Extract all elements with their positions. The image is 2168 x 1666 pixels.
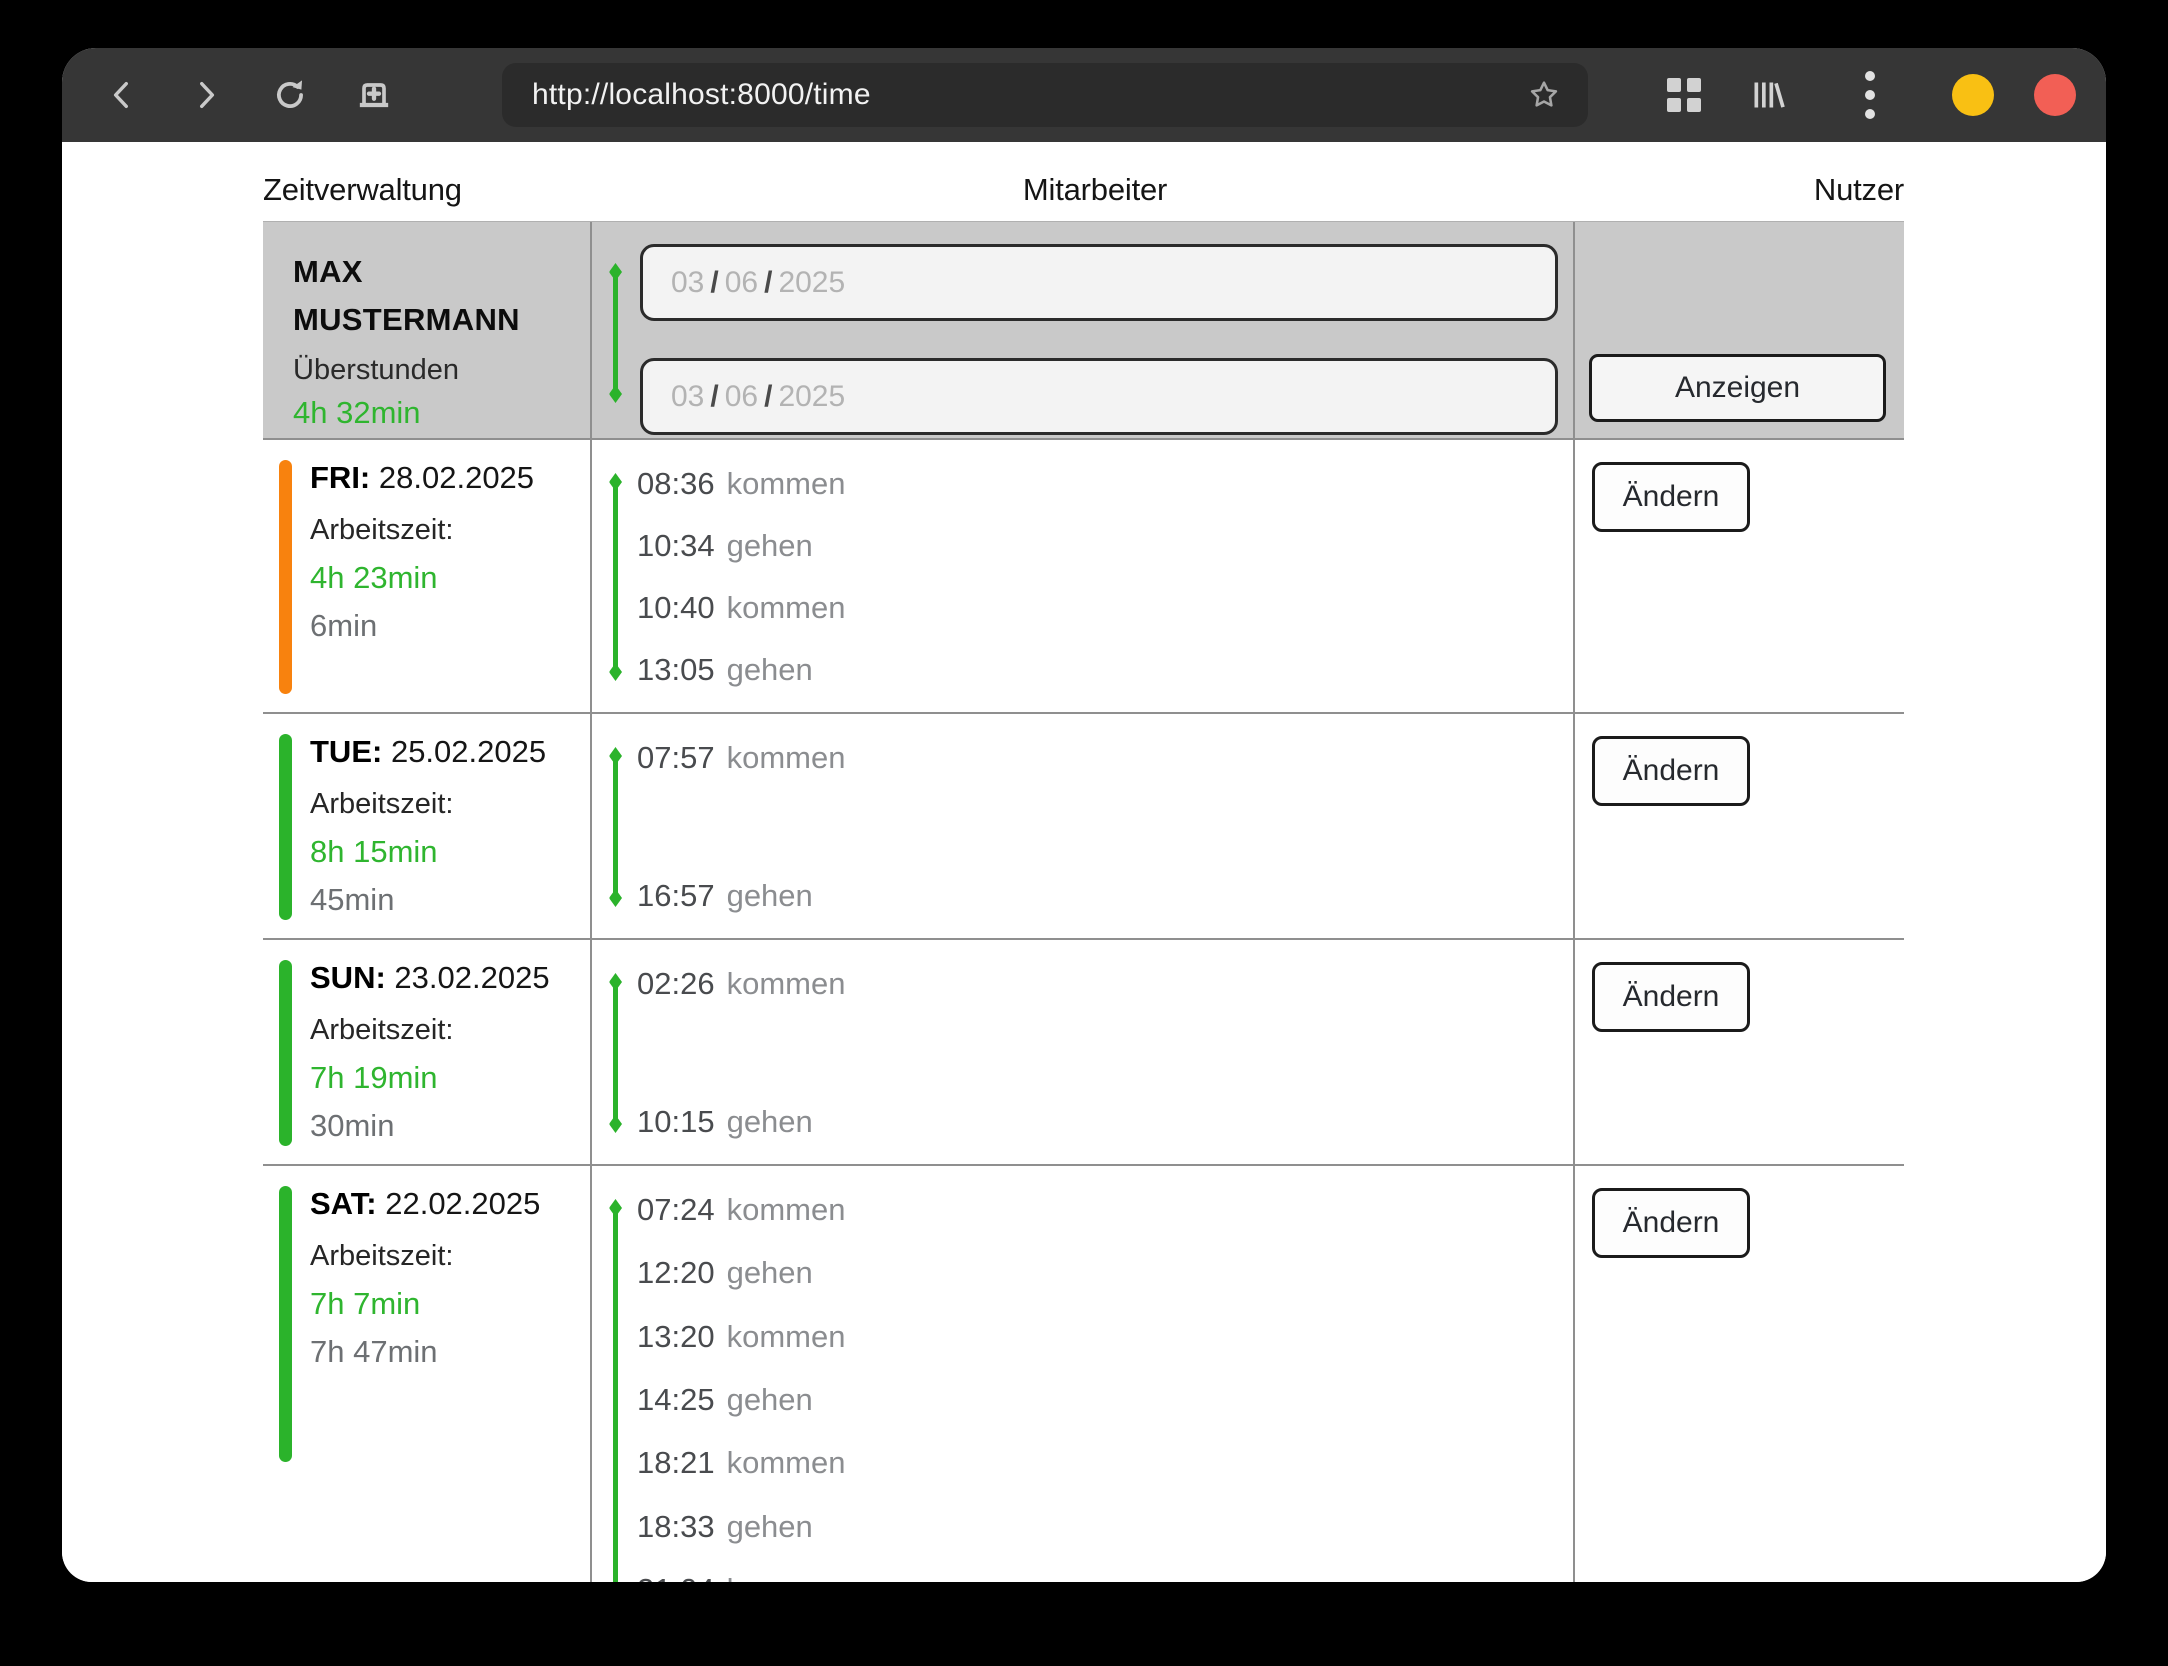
day-timeline <box>613 982 618 1124</box>
aendern-button[interactable]: Ändern <box>1592 462 1750 532</box>
nav-mitarbeiter[interactable]: Mitarbeiter <box>1023 172 1167 208</box>
worktime-label: Arbeitszeit: <box>310 1240 582 1273</box>
back-button[interactable] <box>98 71 146 119</box>
browser-window: http://localhost:8000/time <box>62 48 2106 1582</box>
date-range-cell: 03/06/2025 03/06/2025 <box>590 222 1575 438</box>
time-entries-cell: 02:26kommen 10:15gehen <box>590 940 1575 1164</box>
bookmark-star-icon[interactable] <box>1524 75 1564 115</box>
app-navbar: Zeitverwaltung Mitarbeiter Nutzer <box>263 162 1904 218</box>
table-header-row: MAX MUSTERMANN Überstunden 4h 32min 03/0… <box>263 222 1904 440</box>
time-entry: 07:24kommen <box>637 1189 1573 1231</box>
window-minimize-button[interactable] <box>1952 74 1994 116</box>
date-range-timeline <box>613 272 618 394</box>
time-entry: 10:15gehen <box>637 1101 1573 1143</box>
time-entry: 13:05gehen <box>637 649 1573 691</box>
time-entries-cell: 07:24kommen 12:20gehen 13:20kommen 14:25… <box>590 1166 1575 1582</box>
overtime-value: 4h 32min <box>293 395 576 431</box>
anzeigen-button[interactable]: Anzeigen <box>1589 354 1886 422</box>
employee-name: MAX MUSTERMANN <box>293 248 576 344</box>
day-date: SUN: 23.02.2025 <box>310 960 582 996</box>
day-info-cell: SAT: 22.02.2025 Arbeitszeit: 7h 7min 7h … <box>263 1166 590 1582</box>
worktime-value: 4h 23min <box>310 560 582 596</box>
table-row: SUN: 23.02.2025 Arbeitszeit: 7h 19min 30… <box>263 940 1904 1166</box>
time-entry: 10:40kommen <box>637 587 1573 629</box>
time-entry: 18:33gehen <box>637 1506 1573 1548</box>
url-text: http://localhost:8000/time <box>532 78 1524 112</box>
day-info-cell: TUE: 25.02.2025 Arbeitszeit: 8h 15min 45… <box>263 714 590 938</box>
worktime-secondary: 30min <box>310 1108 582 1144</box>
time-entry: 16:57gehen <box>637 875 1573 917</box>
time-entries-cell: 07:57kommen 16:57gehen <box>590 714 1575 938</box>
day-status-bar <box>279 460 292 694</box>
desktop-background: http://localhost:8000/time <box>0 0 2168 1666</box>
new-tab-button[interactable] <box>350 71 398 119</box>
worktime-label: Arbeitszeit: <box>310 514 582 547</box>
worktime-secondary: 7h 47min <box>310 1334 582 1370</box>
aendern-button[interactable]: Ändern <box>1592 736 1750 806</box>
day-date: FRI: 28.02.2025 <box>310 460 582 496</box>
change-button-cell: Ändern <box>1575 440 1904 712</box>
time-entry: 07:57kommen <box>637 737 1573 779</box>
nav-nutzer[interactable]: Nutzer <box>1814 172 1904 208</box>
day-status-bar <box>279 960 292 1146</box>
day-timeline <box>613 482 618 672</box>
day-info-cell: SUN: 23.02.2025 Arbeitszeit: 7h 19min 30… <box>263 940 590 1164</box>
nav-zeitverwaltung[interactable]: Zeitverwaltung <box>263 172 462 208</box>
table-row: SAT: 22.02.2025 Arbeitszeit: 7h 7min 7h … <box>263 1166 1904 1582</box>
time-entry: 14:25gehen <box>637 1379 1573 1421</box>
aendern-button[interactable]: Ändern <box>1592 1188 1750 1258</box>
browser-toolbar: http://localhost:8000/time <box>62 48 2106 142</box>
time-table: MAX MUSTERMANN Überstunden 4h 32min 03/0… <box>263 221 1904 1582</box>
table-row: FRI: 28.02.2025 Arbeitszeit: 4h 23min 6m… <box>263 440 1904 714</box>
worktime-secondary: 6min <box>310 608 582 644</box>
time-entry: 02:26kommen <box>637 963 1573 1005</box>
tab-overview-icon[interactable] <box>1660 71 1708 119</box>
time-entry: 18:21kommen <box>637 1442 1573 1484</box>
url-bar[interactable]: http://localhost:8000/time <box>502 63 1588 127</box>
worktime-label: Arbeitszeit: <box>310 788 582 821</box>
worktime-secondary: 45min <box>310 882 582 918</box>
library-icon[interactable] <box>1744 71 1792 119</box>
forward-button[interactable] <box>182 71 230 119</box>
web-page: Zeitverwaltung Mitarbeiter Nutzer MAX MU… <box>62 142 2106 1582</box>
employee-summary-cell: MAX MUSTERMANN Überstunden 4h 32min <box>263 222 590 438</box>
time-entry: 12:20gehen <box>637 1252 1573 1294</box>
date-to-input[interactable]: 03/06/2025 <box>640 358 1558 435</box>
time-entry: 21:04kommen <box>637 1569 1573 1582</box>
worktime-value: 8h 15min <box>310 834 582 870</box>
change-button-cell: Ändern <box>1575 714 1904 938</box>
worktime-value: 7h 7min <box>310 1286 582 1322</box>
overtime-label: Überstunden <box>293 354 576 387</box>
table-row: TUE: 25.02.2025 Arbeitszeit: 8h 15min 45… <box>263 714 1904 940</box>
aendern-button[interactable]: Ändern <box>1592 962 1750 1032</box>
day-info-cell: FRI: 28.02.2025 Arbeitszeit: 4h 23min 6m… <box>263 440 590 712</box>
change-button-cell: Ändern <box>1575 940 1904 1164</box>
day-date: SAT: 22.02.2025 <box>310 1186 582 1222</box>
day-status-bar <box>279 734 292 920</box>
change-button-cell: Ändern <box>1575 1166 1904 1582</box>
time-entry: 13:20kommen <box>637 1316 1573 1358</box>
worktime-value: 7h 19min <box>310 1060 582 1096</box>
time-entry: 10:34gehen <box>637 525 1573 567</box>
time-entries-cell: 08:36kommen 10:34gehen 10:40kommen 13:05… <box>590 440 1575 712</box>
show-button-cell: Anzeigen <box>1575 222 1904 438</box>
day-timeline <box>613 1208 618 1582</box>
menu-kebab-icon[interactable] <box>1850 71 1890 119</box>
day-timeline <box>613 756 618 898</box>
date-from-input[interactable]: 03/06/2025 <box>640 244 1558 321</box>
time-entry: 08:36kommen <box>637 463 1573 505</box>
window-close-button[interactable] <box>2034 74 2076 116</box>
reload-button[interactable] <box>266 71 314 119</box>
worktime-label: Arbeitszeit: <box>310 1014 582 1047</box>
toolbar-right-group <box>1660 71 2076 119</box>
day-date: TUE: 25.02.2025 <box>310 734 582 770</box>
day-status-bar <box>279 1186 292 1462</box>
